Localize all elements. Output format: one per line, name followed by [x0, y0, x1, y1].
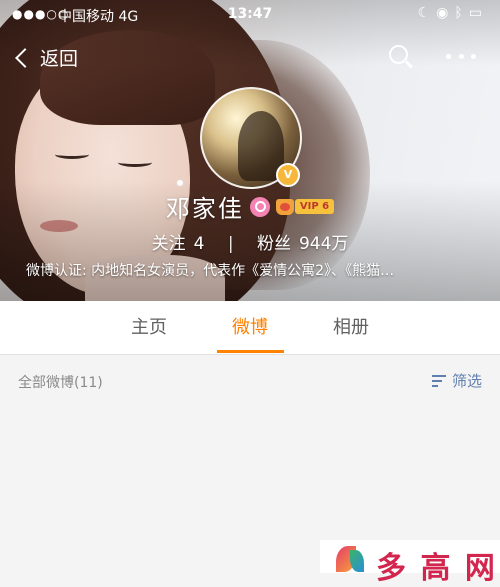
stats-divider: | [227, 234, 234, 254]
profile-name-row: 邓家佳 VIP 6 [0, 189, 500, 224]
more-options-button[interactable] [446, 50, 476, 62]
chevron-left-icon [15, 47, 35, 68]
feed-count-label: 全部微博(11) [18, 375, 103, 391]
feed-filter-bar: 全部微博(11) 筛选 [0, 355, 500, 407]
active-tab-indicator [217, 350, 284, 353]
filter-icon [432, 374, 448, 387]
profile-name: 邓家佳 [165, 195, 244, 223]
tab-album[interactable]: 相册 [311, 301, 391, 354]
logo-leaf-icon [350, 550, 364, 572]
crown-icon [275, 198, 294, 215]
follow-label: 关注 [151, 234, 186, 254]
fans-label: 粉丝 [256, 234, 291, 254]
filter-button[interactable]: 筛选 [432, 370, 482, 391]
tab-weibo[interactable]: 微博 [210, 301, 290, 354]
fans-count: 944万 [298, 234, 349, 254]
back-label: 返回 [40, 48, 79, 70]
watermark-logo: 多 高 网 [320, 540, 500, 586]
tab-home[interactable]: 主页 [109, 301, 189, 354]
lock-rotation-icon: ◉ [436, 5, 455, 21]
moon-icon: ☾ [417, 5, 437, 21]
status-bar: ●●●○○ 中国移动 4G 13:47 ☾◉ᛒ▭ [0, 0, 500, 30]
follow-link[interactable]: 关注 4 [148, 234, 209, 254]
bluetooth-icon: ᛒ [454, 5, 469, 21]
profile-tabs: 主页 微博 相册 [0, 301, 500, 355]
follow-count: 4 [193, 234, 205, 254]
fans-link[interactable]: 粉丝 944万 [253, 234, 352, 254]
verified-badge-icon: V [276, 163, 300, 187]
watermark-text: 多 高 网 [376, 551, 497, 586]
search-icon-handle [405, 60, 413, 68]
profile-stats: 关注 4 | 粉丝 944万 [0, 229, 500, 254]
vip-level-label: VIP 6 [294, 199, 335, 214]
status-icons: ☾◉ᛒ▭ [418, 5, 488, 21]
verification-text[interactable]: 微博认证: 内地知名女演员，代表作《爱情公寓2》、《熊猫… [26, 260, 476, 280]
back-button[interactable]: 返回 [14, 44, 78, 71]
more-dot-icon [471, 53, 476, 59]
search-button[interactable] [389, 45, 413, 69]
battery-icon: ▭ [468, 5, 488, 21]
female-gender-icon [249, 196, 270, 217]
vip-badge[interactable]: VIP 6 [275, 198, 335, 215]
more-dot-icon [458, 53, 464, 59]
more-dot-icon [446, 53, 451, 59]
filter-label: 筛选 [452, 372, 483, 390]
